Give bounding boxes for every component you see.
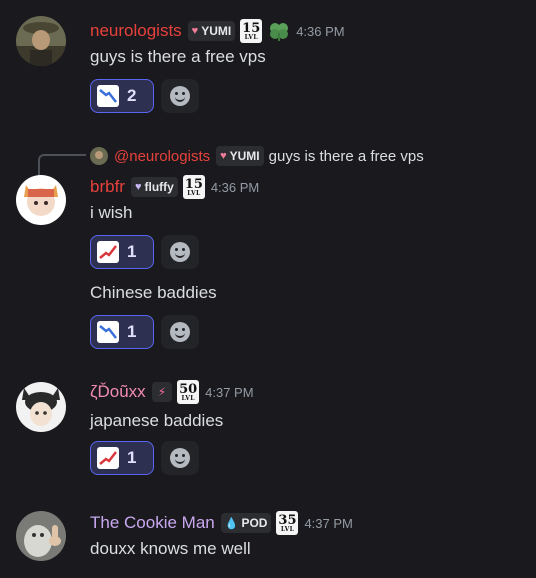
add-reaction-button[interactable] xyxy=(161,235,199,269)
heart-icon: ♥ xyxy=(220,150,227,162)
level-number: 15 xyxy=(242,20,261,36)
chart-increasing-icon xyxy=(97,241,119,263)
chart-decreasing-icon xyxy=(97,321,119,343)
message-text: Chinese baddies xyxy=(90,283,217,302)
chart-decreasing-icon xyxy=(97,85,119,107)
heart-icon: ♥ xyxy=(191,25,199,37)
message-text: japanese baddies xyxy=(90,411,224,430)
level-badge: 50 LVL xyxy=(177,380,200,404)
guild-tag[interactable]: ♥ YUMI xyxy=(187,21,236,41)
timestamp: 4:36 PM xyxy=(296,23,345,39)
reaction-count: 1 xyxy=(127,448,137,467)
message-header: ζĎoũxx ⚡ 50 LVL 4:37 PM xyxy=(90,380,254,404)
message-text: guys is there a free vps xyxy=(90,47,266,66)
level-number: 15 xyxy=(184,176,203,192)
message-text: i wish xyxy=(90,203,133,222)
add-reaction-button[interactable] xyxy=(161,79,199,113)
reaction-button[interactable]: 1 xyxy=(90,235,154,269)
level-label: LVL xyxy=(280,525,295,533)
guild-tag[interactable]: ⚡ xyxy=(151,382,173,402)
avatar xyxy=(90,147,108,165)
guild-tag: ♥ YUMI xyxy=(216,146,264,166)
username[interactable]: neurologists xyxy=(90,21,182,41)
level-number: 35 xyxy=(278,512,297,528)
reply-preview[interactable]: @neurologists ♥ YUMI guys is there a fre… xyxy=(90,146,424,166)
message-header: brbfr ♥ fluffy 15 LVL 4:36 PM xyxy=(90,175,259,199)
level-label: LVL xyxy=(187,189,201,197)
level-label: LVL xyxy=(181,394,195,402)
reply-text: guys is there a free vps xyxy=(268,147,424,165)
level-label: LVL xyxy=(244,33,258,41)
guild-tag[interactable]: ♥ fluffy xyxy=(130,177,178,197)
message-header: neurologists ♥ YUMI 15 LVL 4:36 PM xyxy=(90,19,345,43)
reaction-count: 1 xyxy=(127,242,137,261)
tag-label: YUMI xyxy=(201,24,232,38)
smile-icon xyxy=(170,242,190,262)
avatar[interactable] xyxy=(16,511,66,561)
level-badge: 15 LVL xyxy=(240,19,263,43)
reply-mention[interactable]: @neurologists xyxy=(114,148,210,165)
chart-increasing-icon xyxy=(97,447,119,469)
username[interactable]: The Cookie Man xyxy=(90,513,215,533)
tag-label: YUMI xyxy=(229,149,260,163)
guild-tag[interactable]: 💧 POD xyxy=(220,513,272,533)
timestamp: 4:36 PM xyxy=(210,179,260,195)
reaction-button[interactable]: 1 xyxy=(90,441,154,475)
level-number: 50 xyxy=(179,381,198,397)
tag-label: fluffy xyxy=(144,180,174,194)
reaction-button[interactable]: 2 xyxy=(90,79,154,113)
smile-icon xyxy=(170,448,190,468)
add-reaction-button[interactable] xyxy=(161,315,199,349)
droplet-icon: 💧 xyxy=(224,517,239,530)
reaction-count: 1 xyxy=(127,322,137,341)
avatar[interactable] xyxy=(16,16,66,66)
username[interactable]: ζĎoũxx xyxy=(90,382,146,402)
message-text: douxx knows me well xyxy=(90,539,251,558)
level-badge: 15 LVL xyxy=(182,175,205,199)
avatar[interactable] xyxy=(16,175,66,225)
reaction-count: 2 xyxy=(127,86,137,105)
add-reaction-button[interactable] xyxy=(161,441,199,475)
timestamp: 4:37 PM xyxy=(304,515,353,531)
username[interactable]: brbfr xyxy=(90,177,125,197)
message-header: The Cookie Man 💧 POD 35 LVL 4:37 PM xyxy=(90,511,353,535)
avatar[interactable] xyxy=(16,382,66,432)
smile-icon xyxy=(170,322,190,342)
lightning-icon: ⚡ xyxy=(157,385,167,399)
tag-label: POD xyxy=(241,516,268,530)
timestamp: 4:37 PM xyxy=(205,384,254,400)
clover-icon xyxy=(268,21,290,41)
heart-icon: ♥ xyxy=(134,181,142,193)
reaction-button[interactable]: 1 xyxy=(90,315,154,349)
level-badge: 35 LVL xyxy=(276,511,299,535)
smile-icon xyxy=(170,86,190,106)
